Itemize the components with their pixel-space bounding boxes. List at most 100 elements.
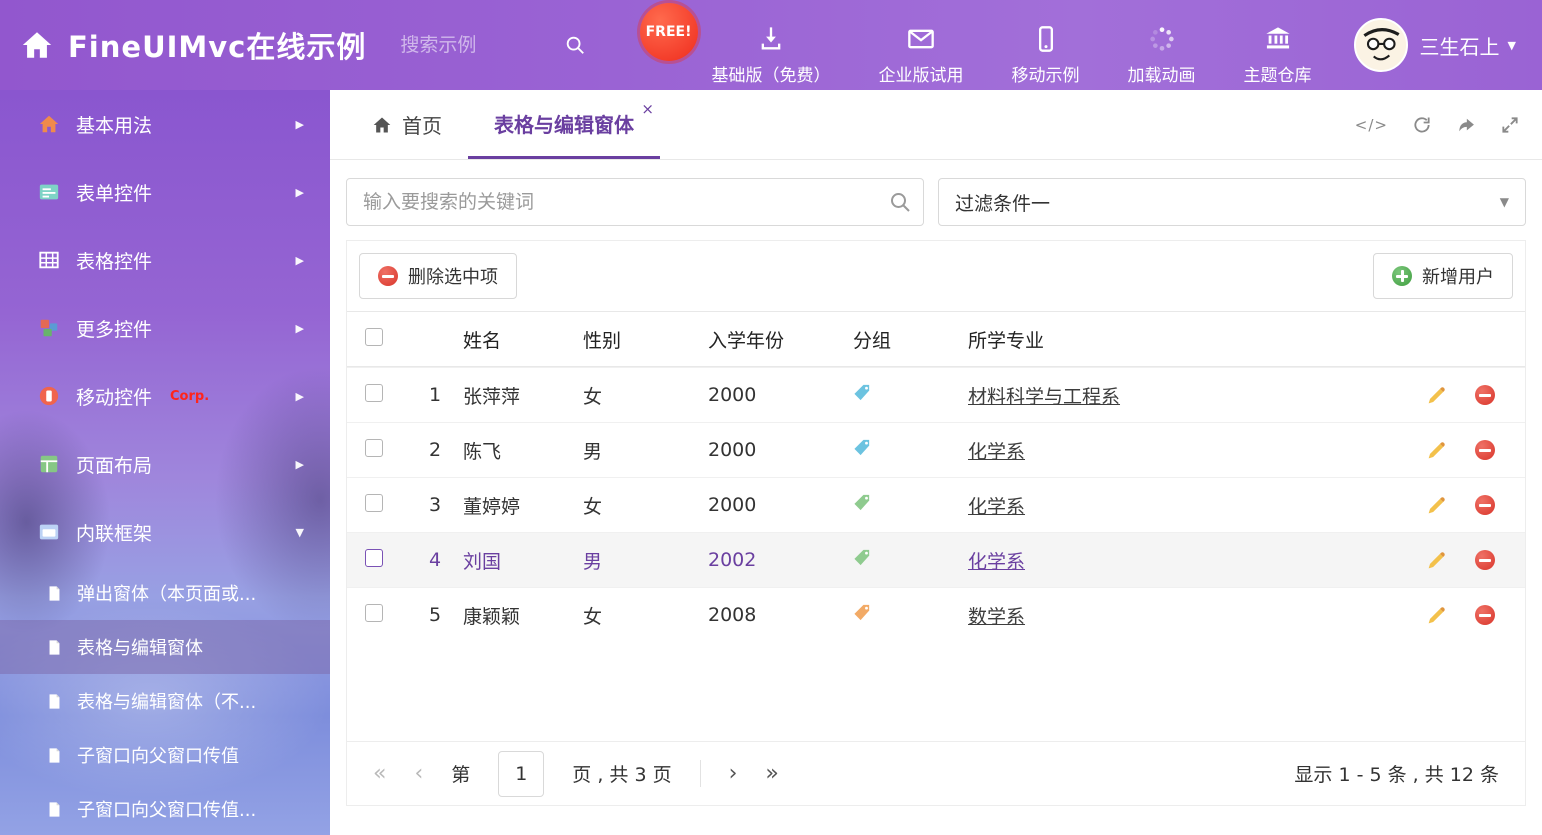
add-user-button[interactable]: 新增用户	[1373, 253, 1513, 299]
chevron-right-icon: ▶	[296, 458, 304, 471]
source-code-icon[interactable]: </>	[1355, 116, 1388, 134]
nav-item-basic-free[interactable]: FREE! 基础版（免费）	[688, 5, 855, 86]
tab-home[interactable]: 首页	[346, 90, 468, 159]
prev-page-icon[interactable]: ‹	[414, 763, 423, 785]
major-link[interactable]: 化学系	[968, 496, 1025, 518]
major-link[interactable]: 数学系	[968, 606, 1025, 628]
header-search-input[interactable]	[400, 34, 550, 56]
tab-grid-edit-window[interactable]: 表格与编辑窗体 ×	[468, 90, 660, 159]
delete-selected-label: 删除选中项	[408, 263, 498, 289]
table-header-row: 姓名 性别 入学年份 分组 所学专业	[347, 311, 1525, 367]
nav-item-theme-repo[interactable]: 主题仓库	[1220, 5, 1336, 86]
table-row[interactable]: 1 张萍萍 女 2000 材料科学与工程系	[347, 367, 1525, 422]
mobile-icon	[38, 385, 60, 407]
first-page-icon[interactable]: «	[373, 763, 386, 785]
delete-row-icon[interactable]	[1475, 385, 1495, 405]
delete-row-icon[interactable]	[1475, 550, 1495, 570]
search-icon[interactable]	[888, 190, 912, 214]
major-link[interactable]: 材料科学与工程系	[968, 386, 1120, 408]
home-icon	[372, 115, 392, 135]
tag-icon	[853, 493, 872, 512]
col-header-year: 入学年份	[708, 326, 853, 353]
delete-row-icon[interactable]	[1475, 605, 1495, 625]
nav-item-mobile-demo[interactable]: 移动示例	[988, 5, 1104, 86]
app-header: FineUIMvc在线示例 FREE! 基础版（免费） 企业版试用 移动示例 加…	[0, 0, 1542, 90]
last-page-icon[interactable]: »	[765, 763, 778, 785]
sidebar-item-label: 表单控件	[76, 179, 152, 206]
keyword-search-input[interactable]	[346, 178, 924, 226]
nav-item-loading-animation[interactable]: 加载动画	[1104, 5, 1220, 86]
close-tab-icon[interactable]: ×	[641, 100, 654, 118]
page-input[interactable]	[498, 751, 544, 797]
file-icon	[46, 693, 63, 710]
edit-icon[interactable]	[1426, 495, 1447, 516]
refresh-icon[interactable]	[1412, 115, 1432, 135]
search-icon[interactable]	[564, 34, 586, 56]
tag-icon	[853, 383, 872, 402]
main-content: 首页 表格与编辑窗体 × </> 过滤条件一 ▼	[330, 90, 1542, 835]
select-checkbox[interactable]	[365, 384, 383, 402]
sidebar-subitem-child-to-parent[interactable]: 子窗口向父窗口传值	[0, 728, 330, 782]
sidebar-item-page-layout[interactable]: 页面布局 ▶	[0, 430, 330, 498]
sidebar-item-label: 页面布局	[76, 451, 152, 478]
cell-name: 刘国	[463, 547, 583, 574]
filter-dropdown[interactable]: 过滤条件一 ▼	[938, 178, 1526, 226]
cell-year: 2000	[708, 384, 853, 406]
spinner-icon	[1148, 25, 1176, 53]
grid-panel: 删除选中项 新增用户 姓名 性别 入学年份 分组 所学专业 1 张萍萍 女 20…	[346, 240, 1526, 806]
sidebar-subitem-label: 表格与编辑窗体（不...	[77, 688, 256, 714]
major-link[interactable]: 化学系	[968, 551, 1025, 573]
row-index: 4	[407, 549, 463, 571]
sidebar-subitem-label: 弹出窗体（本页面或...	[77, 580, 256, 606]
table-row[interactable]: 3 董婷婷 女 2000 化学系	[347, 477, 1525, 532]
nav-item-enterprise-trial[interactable]: 企业版试用	[855, 5, 988, 86]
phone-icon	[1032, 25, 1060, 53]
user-menu[interactable]: 三生石上 ▼	[1336, 18, 1542, 72]
select-checkbox[interactable]	[365, 439, 383, 457]
sidebar-subitem-grid-edit-window[interactable]: 表格与编辑窗体	[0, 620, 330, 674]
delete-selected-button[interactable]: 删除选中项	[359, 253, 517, 299]
sidebar-item-iframe[interactable]: 内联框架 ▼	[0, 498, 330, 566]
select-all-checkbox[interactable]	[365, 328, 383, 346]
sidebar-item-form-controls[interactable]: 表单控件 ▶	[0, 158, 330, 226]
chevron-right-icon: ▶	[296, 390, 304, 403]
sidebar-item-mobile-controls[interactable]: 移动控件 Corp. ▶	[0, 362, 330, 430]
major-link[interactable]: 化学系	[968, 441, 1025, 463]
edit-icon[interactable]	[1426, 440, 1447, 461]
sidebar-item-more-controls[interactable]: 更多控件 ▶	[0, 294, 330, 362]
sidebar-item-label: 移动控件	[76, 383, 152, 410]
table-row[interactable]: 5 康颖颖 女 2008 数学系	[347, 587, 1525, 642]
select-checkbox[interactable]	[365, 604, 383, 622]
nav-item-label: 加载动画	[1128, 61, 1196, 86]
sidebar-subitem-label: 表格与编辑窗体	[77, 634, 203, 660]
share-icon[interactable]	[1456, 115, 1476, 135]
expand-icon[interactable]	[1500, 115, 1520, 135]
edit-icon[interactable]	[1426, 385, 1447, 406]
cell-gender: 女	[583, 602, 708, 629]
sidebar-subitem-child-to-parent-2[interactable]: 子窗口向父窗口传值...	[0, 782, 330, 835]
cell-gender: 男	[583, 437, 708, 464]
bank-icon	[1264, 25, 1292, 53]
edit-icon[interactable]	[1426, 605, 1447, 626]
sidebar-subitem-grid-edit-window-2[interactable]: 表格与编辑窗体（不...	[0, 674, 330, 728]
delete-row-icon[interactable]	[1475, 495, 1495, 515]
sidebar-item-grid-controls[interactable]: 表格控件 ▶	[0, 226, 330, 294]
home-icon	[20, 28, 54, 62]
chevron-right-icon: ▶	[296, 322, 304, 335]
sidebar-item-basic-usage[interactable]: 基本用法 ▶	[0, 90, 330, 158]
delete-row-icon[interactable]	[1475, 440, 1495, 460]
next-page-icon[interactable]: ›	[729, 763, 738, 785]
chevron-down-icon: ▼	[296, 526, 304, 539]
cell-name: 康颖颖	[463, 602, 583, 629]
chevron-right-icon: ▶	[296, 254, 304, 267]
cell-year: 2002	[708, 549, 853, 571]
app-title: FineUIMvc在线示例	[68, 24, 366, 66]
select-checkbox[interactable]	[365, 549, 383, 567]
app-logo[interactable]: FineUIMvc在线示例	[0, 24, 366, 66]
table-row-selected[interactable]: 4 刘国 男 2002 化学系	[347, 532, 1525, 587]
table-row[interactable]: 2 陈飞 男 2000 化学系	[347, 422, 1525, 477]
sidebar-subitem-popup-window[interactable]: 弹出窗体（本页面或...	[0, 566, 330, 620]
cell-name: 陈飞	[463, 437, 583, 464]
select-checkbox[interactable]	[365, 494, 383, 512]
edit-icon[interactable]	[1426, 550, 1447, 571]
